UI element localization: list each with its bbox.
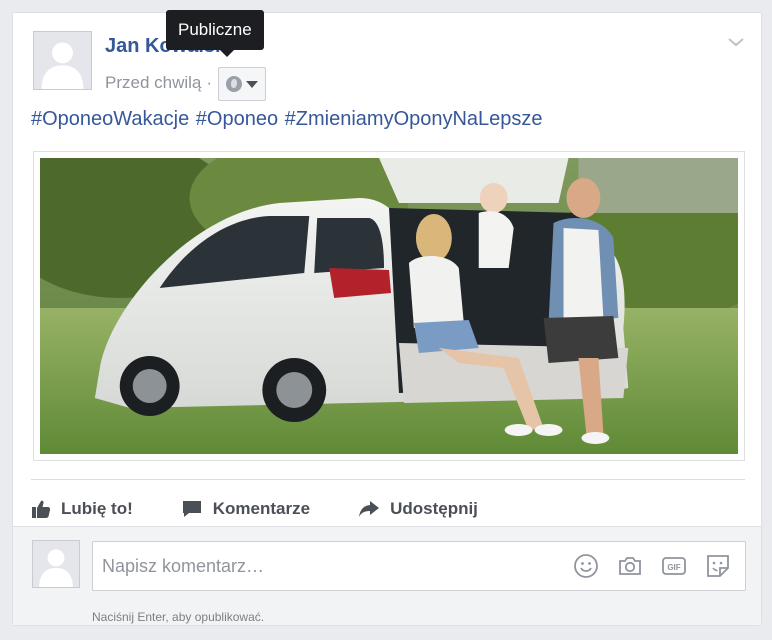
audience-selector-button[interactable] xyxy=(218,67,267,101)
speech-bubble-icon xyxy=(182,501,201,517)
default-avatar-icon xyxy=(34,32,91,89)
chevron-down-icon[interactable] xyxy=(727,35,745,49)
comment-attachment-icons: GIF xyxy=(573,553,745,579)
emoji-icon[interactable] xyxy=(573,553,599,579)
actions-divider xyxy=(31,479,745,480)
post-actions: Lubię to! Komentarze Udostępnij xyxy=(31,489,526,529)
post-timestamp[interactable]: Przed chwilą xyxy=(105,73,201,93)
share-button[interactable]: Udostępnij xyxy=(358,499,478,519)
family-car-photo xyxy=(40,158,738,454)
gif-icon[interactable]: GIF xyxy=(661,553,687,579)
comment-box: GIF xyxy=(92,541,746,591)
sticker-icon[interactable] xyxy=(705,553,731,579)
post-card: Jan Kowalski Przed chwilą · Publiczne #O… xyxy=(12,10,762,626)
like-button[interactable]: Lubię to! xyxy=(31,499,133,519)
camera-icon[interactable] xyxy=(617,553,643,579)
comment-composer: GIF Naciśnij Enter, aby opublikować. xyxy=(13,526,761,625)
share-label: Udostępnij xyxy=(390,499,478,518)
author-avatar[interactable] xyxy=(33,31,92,90)
svg-text:GIF: GIF xyxy=(667,563,680,572)
thumbs-up-icon xyxy=(32,500,51,518)
commenter-avatar xyxy=(32,540,80,588)
caret-down-icon xyxy=(246,80,259,88)
post-photo[interactable] xyxy=(33,151,745,461)
comment-button[interactable]: Komentarze xyxy=(181,499,310,519)
globe-icon xyxy=(226,76,243,92)
share-arrow-icon xyxy=(359,501,380,517)
comment-label: Komentarze xyxy=(212,499,311,518)
audience-tooltip: Publiczne xyxy=(166,10,264,57)
comment-hint: Naciśnij Enter, aby opublikować. xyxy=(92,610,265,624)
post-hashtags[interactable]: #OponeoWakacje #Oponeo #ZmieniamyOponyNa… xyxy=(31,108,543,131)
meta-separator: · xyxy=(206,73,213,92)
default-avatar-icon xyxy=(33,541,79,587)
post-meta: Przed chwilą · xyxy=(105,65,267,101)
like-label: Lubię to! xyxy=(61,499,133,518)
comment-input[interactable] xyxy=(93,542,573,590)
